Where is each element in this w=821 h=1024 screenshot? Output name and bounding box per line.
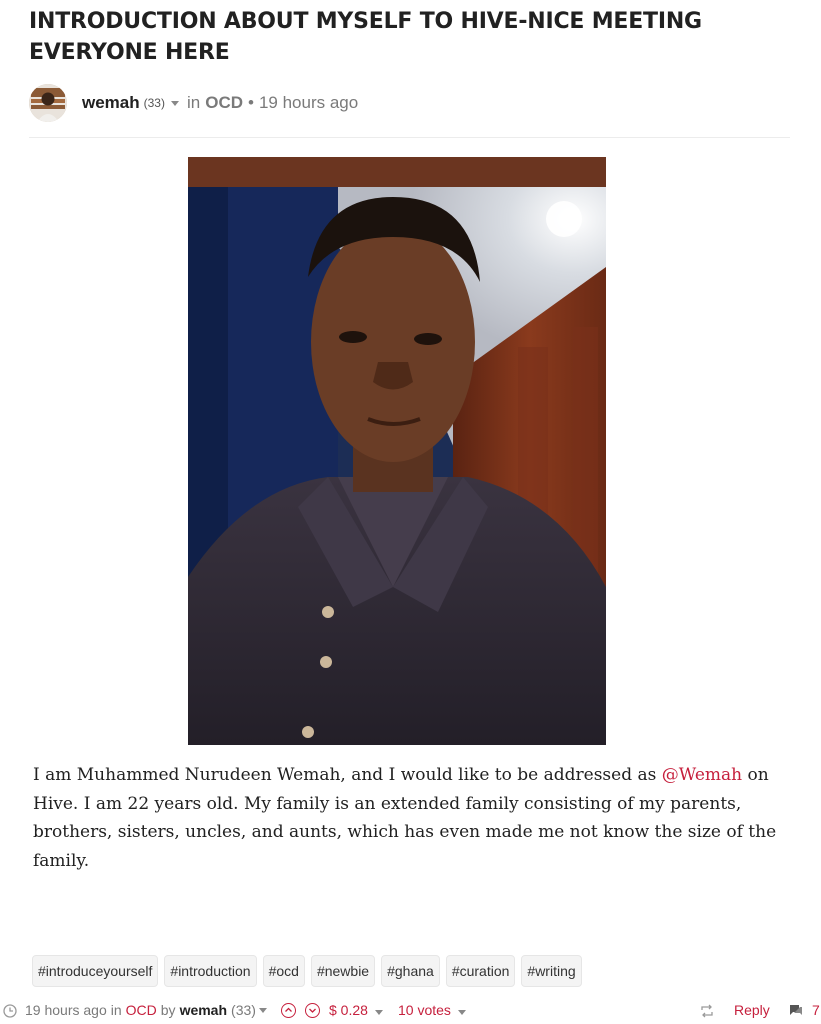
reply-button[interactable]: Reply [734, 1002, 770, 1018]
payout-amount: $ 0.28 [329, 1002, 368, 1018]
header-divider [29, 137, 790, 138]
separator-dot: • [248, 93, 254, 112]
post-body-text-start: I am Muhammed Nurudeen Wemah, and I woul… [33, 765, 662, 785]
in-label: in [186, 93, 201, 112]
footer-meta: 19 hours ago in OCD by wemah (33) [25, 1002, 275, 1018]
footer-in-label: in [110, 1002, 122, 1018]
clock-icon [3, 1004, 17, 1018]
tag-writing[interactable]: #writing [521, 955, 582, 987]
tag-curation[interactable]: #curation [445, 955, 516, 987]
tag-ghana[interactable]: #ghana [381, 955, 440, 987]
chevron-down-icon[interactable] [258, 1007, 267, 1013]
votes-count[interactable]: 10 votes [398, 1002, 474, 1018]
comment-count: 7 [812, 1002, 820, 1018]
reblog-icon[interactable] [700, 1004, 714, 1018]
payout-value[interactable]: $ 0.28 [329, 1002, 391, 1018]
author-avatar[interactable] [29, 84, 67, 122]
author-reputation: (33) [143, 96, 165, 110]
chevron-down-icon[interactable] [457, 1010, 466, 1015]
comment-icon [790, 1005, 802, 1015]
post-time: 19 hours ago [258, 93, 359, 112]
tag-introduceyourself[interactable]: #introduceyourself [32, 955, 159, 987]
post-footer: 19 hours ago in OCD by wemah (33) $ 0.28… [0, 998, 821, 1024]
tag-introduction[interactable]: #introduction [164, 955, 257, 987]
tag-ocd[interactable]: #ocd [262, 955, 305, 987]
post-photo [188, 157, 606, 745]
footer-by-label: by [160, 1002, 176, 1018]
downvote-icon[interactable] [305, 1003, 320, 1018]
post-title: INTRODUCTION ABOUT MYSELF TO HIVE-NICE M… [29, 9, 702, 65]
author-row: wemah (33) in OCD • 19 hours ago [29, 84, 789, 122]
chevron-down-icon[interactable] [170, 100, 179, 106]
footer-author-link[interactable]: wemah [180, 1002, 227, 1018]
post-body: I am Muhammed Nurudeen Wemah, and I woul… [33, 761, 793, 875]
upvote-icon[interactable] [281, 1003, 296, 1018]
footer-community-link[interactable]: OCD [126, 1002, 157, 1018]
votes-label: 10 votes [398, 1002, 451, 1018]
comments-link[interactable]: 7 [789, 1002, 820, 1018]
tag-list: #introduceyourself #introduction #ocd #n… [32, 955, 582, 987]
tag-newbie[interactable]: #newbie [310, 955, 376, 987]
mention-link[interactable]: @Wemah [662, 765, 742, 785]
footer-reputation: (33) [231, 1002, 256, 1018]
footer-time: 19 hours ago [25, 1002, 107, 1018]
community-link[interactable]: OCD [205, 93, 243, 113]
chevron-down-icon[interactable] [374, 1010, 383, 1015]
author-name[interactable]: wemah [82, 93, 140, 113]
